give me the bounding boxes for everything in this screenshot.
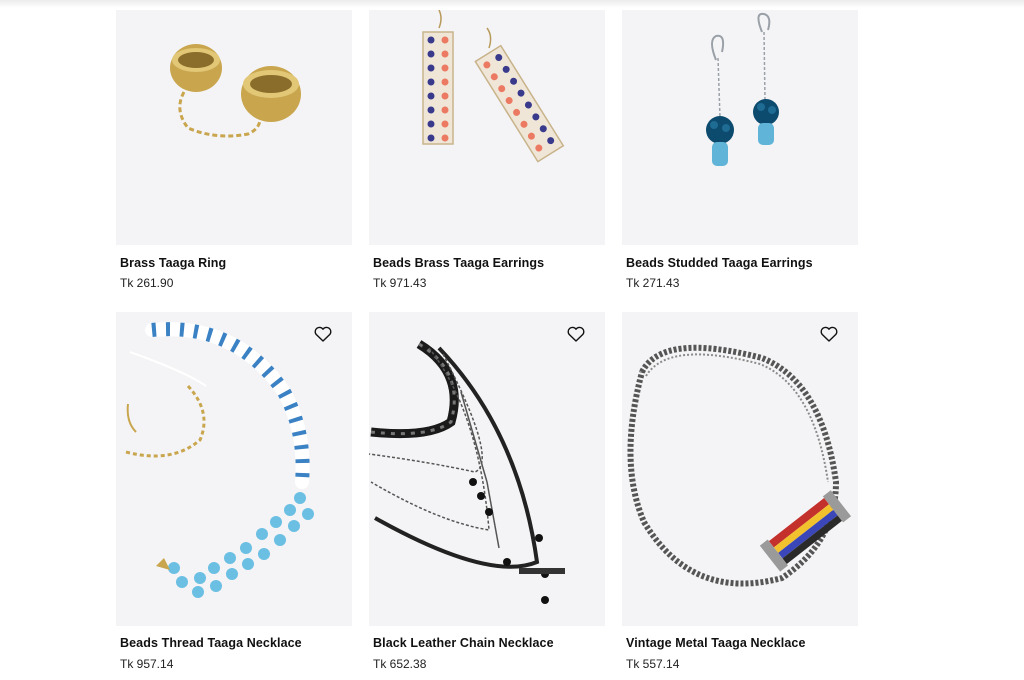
blue-necklace-image <box>116 312 352 626</box>
product-name[interactable]: Vintage Metal Taaga Necklace <box>626 636 806 650</box>
metal-necklace-image <box>622 312 858 626</box>
product-price: Tk 652.38 <box>373 657 427 671</box>
heart-outline-icon[interactable] <box>820 326 838 342</box>
product-image[interactable] <box>369 10 605 245</box>
product-price: Tk 957.14 <box>120 657 174 671</box>
product-price: Tk 261.90 <box>120 276 174 290</box>
bead-earrings-image <box>369 10 605 245</box>
blue-earrings-image <box>622 10 858 245</box>
product-name[interactable]: Brass Taaga Ring <box>120 256 226 270</box>
brass-ring-image <box>116 10 352 245</box>
heart-outline-icon[interactable] <box>567 326 585 342</box>
product-image[interactable] <box>116 312 352 626</box>
product-price: Tk 271.43 <box>626 276 680 290</box>
product-name[interactable]: Beads Brass Taaga Earrings <box>373 256 544 270</box>
black-necklace-image <box>369 312 605 626</box>
product-name[interactable]: Black Leather Chain Necklace <box>373 636 554 650</box>
product-image[interactable] <box>622 10 858 245</box>
product-name[interactable]: Beads Studded Taaga Earrings <box>626 256 813 270</box>
product-image[interactable] <box>369 312 605 626</box>
product-name[interactable]: Beads Thread Taaga Necklace <box>120 636 302 650</box>
product-price: Tk 557.14 <box>626 657 680 671</box>
heart-outline-icon[interactable] <box>314 326 332 342</box>
product-image[interactable] <box>116 10 352 245</box>
header-shadow <box>0 0 1024 8</box>
product-price: Tk 971.43 <box>373 276 427 290</box>
product-image[interactable] <box>622 312 858 626</box>
